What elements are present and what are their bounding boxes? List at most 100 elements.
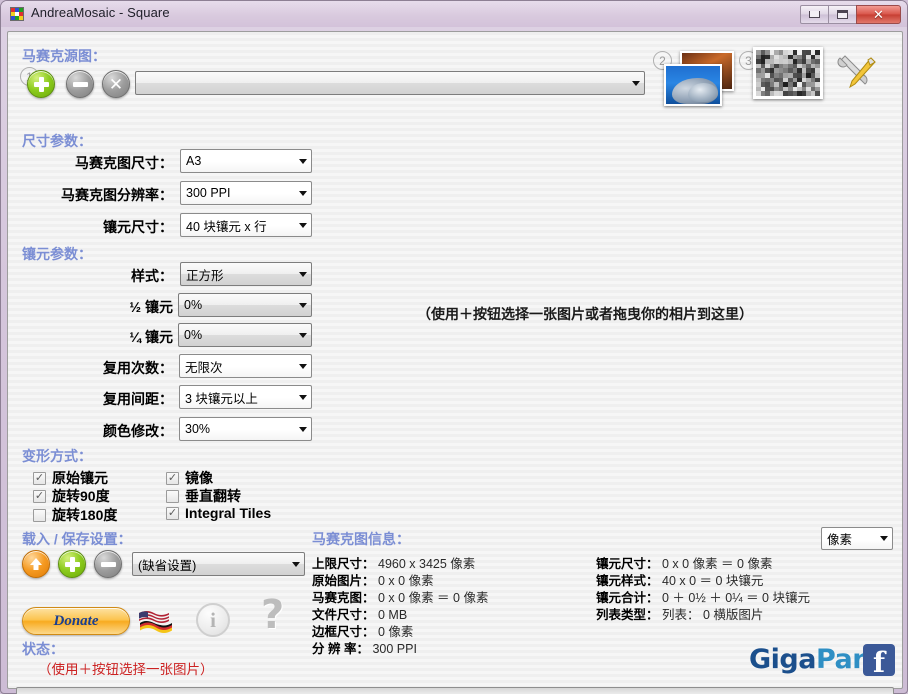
maximize-icon [837, 10, 848, 19]
clear-source-button[interactable]: ✕ [102, 70, 130, 98]
remove-source-button[interactable] [66, 70, 94, 98]
mosaic-size-value: A3 [186, 154, 294, 168]
load-settings-button[interactable] [22, 550, 50, 578]
info-label: 列表类型： [596, 608, 659, 622]
checkbox-original-tile[interactable]: ✓ 原始镶元 [33, 468, 108, 488]
chevron-down-icon [294, 386, 311, 408]
client-area: 马赛克源图： 1 ✕ 2 [7, 31, 903, 689]
checkbox-flip-vertical[interactable]: 垂直翻转 [166, 486, 241, 506]
minimize-button[interactable] [800, 5, 829, 24]
mosaic-resolution-label: 马赛克图分辨率： [18, 185, 173, 205]
reuse-count-combobox[interactable]: 无限次 [179, 354, 312, 378]
window-controls: ✕ [801, 5, 901, 24]
gigapan-logo-part1: Giga [749, 644, 816, 675]
language-flags-icon[interactable] [138, 609, 174, 633]
tile-size-combobox[interactable]: 40 块镶元 x 行 [180, 213, 312, 237]
chevron-down-icon [627, 72, 644, 94]
donate-button[interactable]: Donate [22, 607, 130, 635]
checkbox-box: ✓ [33, 472, 46, 485]
info-label: 分 辨 率： [312, 642, 369, 656]
info-label: 马赛克图： [312, 591, 375, 605]
status-section-label: 状态： [22, 639, 64, 659]
reuse-distance-label: 复用间距： [63, 389, 173, 409]
tile-params-section-label: 镶元参数： [22, 244, 92, 264]
info-label: 边框尺寸： [312, 625, 375, 639]
window-frame: AndreaMosaic - Square ✕ 马赛克源图： 1 [0, 0, 908, 694]
title-bar[interactable]: AndreaMosaic - Square ✕ [1, 1, 907, 27]
chevron-down-icon [294, 150, 311, 172]
gigapan-logo[interactable]: GigaPan [749, 644, 871, 675]
window-title: AndreaMosaic - Square [31, 5, 170, 20]
add-source-button[interactable] [27, 70, 55, 98]
checkbox-label: Integral Tiles [185, 505, 271, 521]
reuse-count-value: 无限次 [185, 357, 294, 376]
checkbox-label: 原始镶元 [52, 468, 108, 488]
unit-value: 像素 [827, 529, 875, 548]
question-mark-icon: ? [261, 592, 284, 638]
cross-icon: ✕ [109, 76, 123, 93]
mosaic-size-label: 马赛克图尺寸： [28, 153, 173, 173]
quarter-tile-combobox[interactable]: 0% [178, 323, 312, 347]
chevron-down-icon [294, 324, 311, 346]
info-value: 0 像素 [378, 625, 413, 639]
checkbox-label: 旋转180度 [52, 505, 117, 525]
checkbox-label: 旋转90度 [52, 486, 110, 506]
source-photo-thumbnail[interactable] [664, 51, 738, 109]
info-value: 4960 x 3425 像素 [378, 557, 475, 571]
info-icon: i [210, 608, 216, 633]
minimize-icon [809, 11, 820, 18]
chevron-down-icon [294, 294, 311, 316]
facebook-f-glyph: f [873, 650, 885, 676]
checkbox-rotate-180[interactable]: 旋转180度 [33, 505, 117, 525]
info-label: 原始图片： [312, 574, 375, 588]
info-value: 列表： 0 横版图片 [662, 608, 763, 622]
mosaic-info-section-label: 马赛克图信息： [312, 529, 410, 549]
checkbox-box [166, 490, 179, 503]
size-params-section-label: 尺寸参数： [22, 131, 92, 151]
info-label: 镶元尺寸： [596, 557, 659, 571]
help-button[interactable]: ? [261, 592, 284, 638]
reuse-distance-value: 3 块镶元以上 [185, 388, 294, 407]
minus-icon [73, 82, 88, 87]
info-value: 40 x 0 ＝ 0 块镶元 [662, 574, 763, 588]
transform-section-label: 变形方式： [22, 446, 92, 466]
mosaic-resolution-combobox[interactable]: 300 PPI [180, 181, 312, 205]
checkbox-box [33, 509, 46, 522]
chevron-down-icon [294, 263, 311, 285]
checkbox-rotate-90[interactable]: ✓ 旋转90度 [33, 486, 110, 506]
info-row: 列表类型： 列表： 0 横版图片 [596, 604, 763, 623]
info-value: 0 x 0 像素 ＝ 0 像素 [662, 557, 772, 571]
preset-combobox[interactable]: (缺省设置) [132, 552, 305, 576]
save-settings-button[interactable] [58, 550, 86, 578]
info-label: 镶元样式： [596, 574, 659, 588]
chevron-down-icon [287, 553, 304, 575]
mosaic-size-combobox[interactable]: A3 [180, 149, 312, 173]
dropzone-hint: （使用＋按钮选择一张图片或者拖曳你的相片到这里） [417, 304, 753, 324]
app-icon [10, 7, 24, 21]
checkbox-box: ✓ [33, 490, 46, 503]
checkbox-integral-tiles[interactable]: ✓ Integral Tiles [166, 505, 271, 521]
unit-combobox[interactable]: 像素 [821, 527, 893, 550]
delete-settings-button[interactable] [94, 550, 122, 578]
quarter-tile-label: ¼ 镶元 [78, 327, 173, 347]
close-button[interactable]: ✕ [856, 5, 901, 24]
checkbox-mirror[interactable]: ✓ 镜像 [166, 468, 213, 488]
chevron-down-icon [294, 418, 311, 440]
minus-icon [101, 562, 116, 567]
mosaic-grid [756, 50, 820, 96]
maximize-button[interactable] [828, 5, 857, 24]
info-value: 300 PPI [372, 642, 416, 656]
info-button[interactable]: i [196, 603, 230, 637]
info-label: 上限尺寸： [312, 557, 375, 571]
reuse-distance-combobox[interactable]: 3 块镶元以上 [179, 385, 312, 409]
mosaic-preview-thumbnail[interactable] [753, 47, 823, 99]
source-image-combobox[interactable] [135, 71, 645, 95]
tile-style-combobox[interactable]: 正方形 [180, 262, 312, 286]
color-change-label: 颜色修改： [63, 421, 173, 441]
facebook-icon[interactable]: f [863, 644, 895, 676]
tools-icon[interactable] [835, 54, 879, 96]
chevron-down-icon [294, 182, 311, 204]
info-value: 0 x 0 像素 ＝ 0 像素 [378, 591, 488, 605]
half-tile-combobox[interactable]: 0% [178, 293, 312, 317]
color-change-combobox[interactable]: 30% [179, 417, 312, 441]
